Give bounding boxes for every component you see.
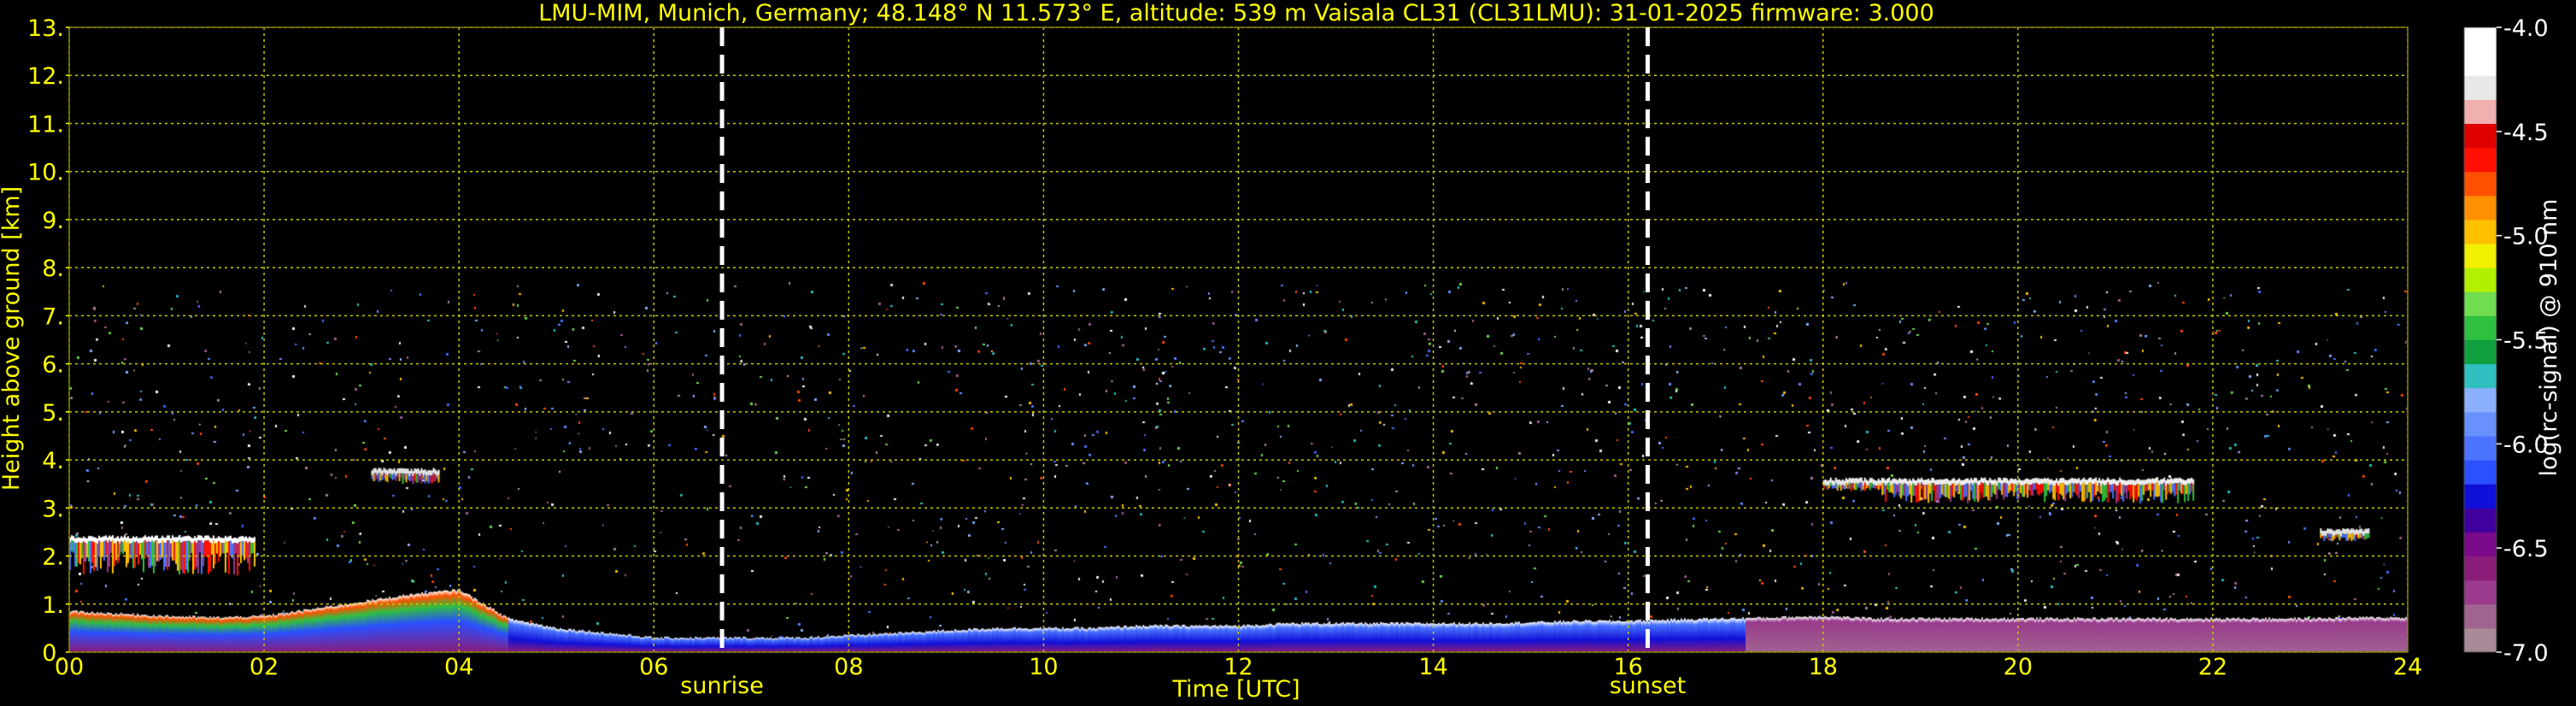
colorbar-tick-label: -6.5: [2503, 536, 2549, 562]
colorbar-segment: [2464, 603, 2497, 629]
x-tick-label: 04: [444, 654, 473, 680]
colorbar-segment: [2464, 460, 2497, 485]
x-tick-label: 02: [249, 654, 279, 680]
chart-title: LMU-MIM, Munich, Germany; 48.148° N 11.5…: [538, 0, 1934, 26]
colorbar-segment: [2464, 171, 2497, 197]
x-tick-label: 22: [2198, 654, 2227, 680]
colorbar-tick-label: -4.0: [2503, 15, 2549, 42]
event-label-sunrise: sunrise: [680, 673, 764, 699]
x-tick-label: 10: [1029, 654, 1058, 680]
colorbar-segment: [2464, 532, 2497, 557]
colorbar-segment: [2464, 268, 2497, 292]
y-tick-label: 5.: [42, 400, 64, 427]
x-tick-label: 06: [639, 654, 668, 680]
y-tick-label: 12.: [27, 63, 64, 90]
y-tick-label: 8.: [42, 256, 64, 282]
colorbar-segment: [2464, 339, 2497, 365]
colorbar-segment: [2464, 556, 2497, 581]
colorbar-segment: [2464, 219, 2497, 244]
colorbar-label: log(rc-signal) @ 910 nm: [2536, 199, 2562, 477]
colorbar-segment: [2464, 99, 2497, 124]
y-tick-label: 3.: [42, 496, 64, 522]
x-tick-label: 20: [2004, 654, 2033, 680]
colorbar-tick-label: -4.5: [2503, 120, 2549, 146]
y-tick-label: 1.: [42, 592, 64, 619]
y-tick-label: 7.: [42, 303, 64, 330]
x-tick-label: 24: [2393, 654, 2422, 680]
colorbar-segment: [2464, 627, 2497, 653]
colorbar-segment: [2464, 363, 2497, 389]
y-axis-label: Height above ground [km]: [0, 186, 25, 491]
x-tick-label: 16: [1613, 654, 1642, 680]
x-tick-label: 18: [1809, 654, 1838, 680]
colorbar-segment: [2464, 147, 2497, 173]
x-tick-label: 12: [1223, 654, 1253, 680]
colorbar-segment: [2464, 244, 2497, 268]
colorbar-segment: [2464, 387, 2497, 413]
plot-area: sunrise sunset0.1.2.3.4.5.6.7.8.9.10.11.1…: [27, 15, 2422, 699]
x-tick-label: 14: [1418, 654, 1447, 680]
colorbar-segment: [2464, 411, 2497, 437]
y-tick-label: 6.: [42, 352, 64, 379]
colorbar-segment: [2464, 580, 2497, 605]
colorbar-segment: [2464, 195, 2497, 221]
colorbar-segment: [2464, 435, 2497, 461]
y-tick-label: 2.: [42, 544, 64, 571]
colorbar-segment: [2464, 123, 2497, 149]
colorbar-segment: [2464, 484, 2497, 509]
x-tick-label: 00: [55, 654, 84, 680]
colorbar-segment: [2464, 508, 2497, 532]
ceilometer-chart: LMU-MIM, Munich, Germany; 48.148° N 11.5…: [0, 0, 2576, 706]
colorbar-segment: [2464, 75, 2497, 100]
colorbar-segment: [2464, 315, 2497, 340]
colorbar-segment: [2464, 27, 2497, 52]
y-tick-label: 11.: [27, 111, 64, 138]
colorbar-segment: [2464, 291, 2497, 316]
y-tick-label: 10.: [27, 160, 64, 186]
colorbar-segment: [2464, 51, 2497, 76]
x-tick-label: 08: [834, 654, 863, 680]
y-tick-label: 13.: [27, 15, 64, 42]
y-tick-label: 4.: [42, 448, 64, 474]
colorbar-tick-label: -7.0: [2503, 640, 2549, 667]
y-tick-label: 9.: [42, 208, 64, 234]
